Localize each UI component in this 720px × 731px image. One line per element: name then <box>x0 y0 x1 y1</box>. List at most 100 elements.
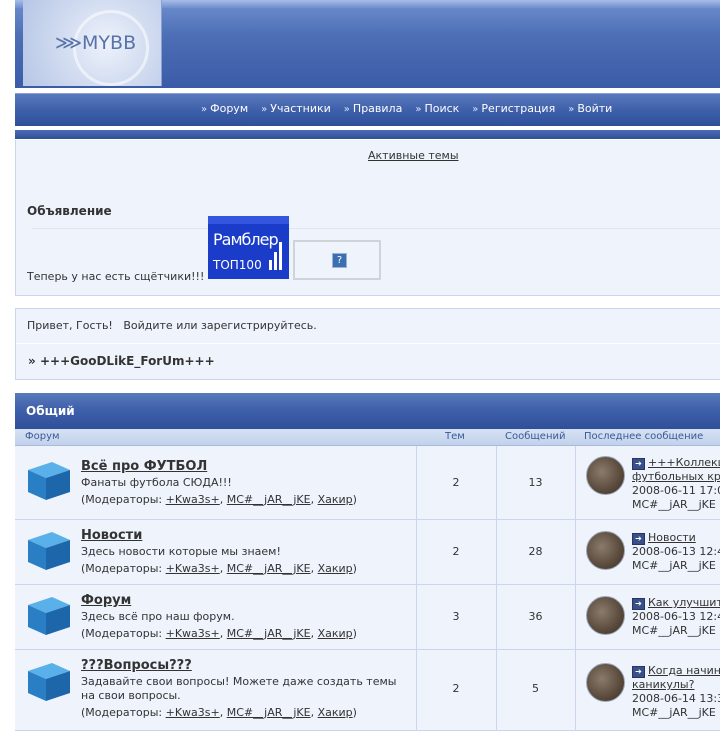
missing-image-icon: ? <box>332 253 347 268</box>
nav-forum[interactable]: » Форум <box>201 102 248 115</box>
welcome-panel: Привет, Гость! Войдите или зарегистрируй… <box>15 308 720 380</box>
site-header: ⋙MYBB <box>15 0 720 88</box>
moderator-link[interactable]: +Kwa3s+ <box>166 627 220 640</box>
forum-moderators: (Модераторы: +Kwa3s+, MC#__jAR__jKE, Хак… <box>81 562 357 575</box>
forum-moderators: (Модераторы: +Kwa3s+, MC#__jAR__jKE, Хак… <box>81 627 357 640</box>
nav-bullet-icon: » <box>415 104 422 115</box>
topic-count: 2 <box>452 545 460 558</box>
login-link[interactable]: Войдите <box>123 319 172 332</box>
board-name[interactable]: +++GooDLikE_ForUm+++ <box>40 354 215 368</box>
post-count: 13 <box>528 476 543 489</box>
last-post-link[interactable]: Новости <box>648 531 696 544</box>
logo[interactable]: ⋙MYBB <box>23 0 162 86</box>
forum-description: Фанаты футбола СЮДА!!! <box>81 476 232 489</box>
logo-text: ⋙MYBB <box>55 32 137 54</box>
forum-row: Новости Здесь новости которые мы знаем! … <box>15 520 720 585</box>
category-header: Общий <box>15 393 720 429</box>
forum-title-link[interactable]: Форум <box>81 593 131 608</box>
rambler-counter-line2: ТОП100 <box>213 258 262 272</box>
rambler-counter-line1: Рамблер <box>213 230 279 249</box>
section-divider-bar <box>15 130 720 139</box>
announcement-title: Объявление <box>27 204 112 218</box>
moderator-link[interactable]: MC#__jAR__jKE <box>227 706 311 719</box>
forum-moderators: (Модераторы: +Kwa3s+, MC#__jAR__jKE, Хак… <box>81 706 357 719</box>
go-to-post-icon[interactable]: ➔ <box>632 666 645 678</box>
forum-table-header: Форум Тем Сообщений Последнее сообщение <box>15 429 720 446</box>
forum-box-icon <box>28 532 70 570</box>
topic-count: 2 <box>452 682 460 695</box>
moderator-link[interactable]: MC#__jAR__jKE <box>227 627 311 640</box>
nav-members[interactable]: » Участники <box>261 102 331 115</box>
nav-bullet-icon: » <box>343 104 350 115</box>
moderator-link[interactable]: +Kwa3s+ <box>166 706 220 719</box>
forum-row: ???Вопросы??? Задавайте свои вопросы! Мо… <box>15 650 720 731</box>
category-title[interactable]: Общий <box>26 404 75 418</box>
nav-bullet-icon: » <box>472 104 479 115</box>
moderator-link[interactable]: +Kwa3s+ <box>166 562 220 575</box>
moderator-link[interactable]: Хакир <box>318 627 353 640</box>
main-navigation: » Форум » Участники » Правила » Поиск » Регис… <box>15 93 720 126</box>
forum-list: Всё про ФУТБОЛ Фанаты футбола СЮДА!!! (М… <box>15 446 720 731</box>
forum-row: Всё про ФУТБОЛ Фанаты футбола СЮДА!!! (М… <box>15 446 720 520</box>
register-link[interactable]: зарегистрируйтесь <box>201 319 313 332</box>
column-posts: Сообщений <box>505 431 566 442</box>
nav-search[interactable]: » Поиск <box>415 102 459 115</box>
moderator-link[interactable]: MC#__jAR__jKE <box>227 562 311 575</box>
forum-box-icon <box>28 462 70 500</box>
active-topics-link[interactable]: Активные темы <box>368 149 459 162</box>
go-to-post-icon[interactable]: ➔ <box>632 458 645 470</box>
last-post-date: 2008-06-13 12:4 <box>632 610 720 623</box>
bars-icon <box>269 242 283 270</box>
nav-bullet-icon: » <box>201 104 208 115</box>
avatar[interactable] <box>586 456 625 495</box>
forum-box-icon <box>28 597 70 635</box>
forum-row: Форум Здесь всё про наш форум. (Модерато… <box>15 585 720 650</box>
last-post-user[interactable]: MC#__jAR__jKE <box>632 559 716 572</box>
last-post-user[interactable]: MC#__jAR__jKE <box>632 706 716 719</box>
rambler-top100-counter[interactable]: Рамблер ТОП100 <box>208 216 289 279</box>
last-post-link[interactable]: Как улучшит <box>648 596 720 609</box>
nav-login[interactable]: » Войти <box>568 102 612 115</box>
avatar[interactable] <box>586 663 625 702</box>
moderator-link[interactable]: Хакир <box>318 706 353 719</box>
post-count: 5 <box>532 682 539 695</box>
forum-description: Здесь всё про наш форум. <box>81 610 235 623</box>
last-post-link[interactable]: Когда начин <box>648 664 720 677</box>
post-count: 28 <box>528 545 543 558</box>
moderator-link[interactable]: MC#__jAR__jKE <box>227 493 311 506</box>
announcement-text: Теперь у нас есть сщётчики!!! <box>27 270 205 283</box>
welcome-divider <box>16 343 720 344</box>
active-topics-panel: Активные темы <box>15 140 720 171</box>
forum-title-link[interactable]: ???Вопросы??? <box>81 658 192 673</box>
last-post: ➔ Как улучшит 2008-06-13 12:4 MC#__jAR__… <box>576 585 720 649</box>
forum-description: Задавайте свои вопросы! Можете даже созд… <box>81 675 397 702</box>
column-forum: Форум <box>25 431 60 442</box>
last-post-date: 2008-06-13 12:4 <box>632 545 720 558</box>
last-post-link-cont[interactable]: каникулы? <box>632 678 694 691</box>
last-post: ➔ Новости 2008-06-13 12:4 MC#__jAR__jKE <box>576 520 720 584</box>
moderator-link[interactable]: Хакир <box>318 562 353 575</box>
go-to-post-icon[interactable]: ➔ <box>632 533 645 545</box>
avatar[interactable] <box>586 531 625 570</box>
broken-counter-image[interactable]: ? <box>293 240 381 280</box>
breadcrumb: » +++GooDLikE_ForUm+++ <box>28 354 215 368</box>
avatar[interactable] <box>586 596 625 635</box>
last-post-link-cont[interactable]: футбольных кр <box>632 470 720 483</box>
last-post-user[interactable]: MC#__jAR__jKE <box>632 624 716 637</box>
go-to-post-icon[interactable]: ➔ <box>632 598 645 610</box>
last-post-user[interactable]: MC#__jAR__jKE <box>632 498 716 511</box>
nav-rules[interactable]: » Правила <box>344 102 403 115</box>
topic-count: 2 <box>452 476 460 489</box>
nav-register[interactable]: » Регистрация <box>472 102 555 115</box>
column-last-post: Последнее сообщение <box>584 431 704 442</box>
forum-title-link[interactable]: Новости <box>81 528 142 543</box>
announcement-divider <box>32 228 720 229</box>
announcement-panel: Объявление Теперь у нас есть сщётчики!!!… <box>15 170 720 296</box>
forum-title-link[interactable]: Всё про ФУТБОЛ <box>81 459 207 474</box>
moderator-link[interactable]: Хакир <box>318 493 353 506</box>
topic-count: 3 <box>452 610 460 623</box>
last-post: ➔ Когда начин каникулы? 2008-06-14 13:3 … <box>576 650 720 730</box>
moderator-link[interactable]: +Kwa3s+ <box>166 493 220 506</box>
nav-bullet-icon: » <box>261 104 268 115</box>
last-post-link[interactable]: +++Коллекц <box>648 456 720 469</box>
